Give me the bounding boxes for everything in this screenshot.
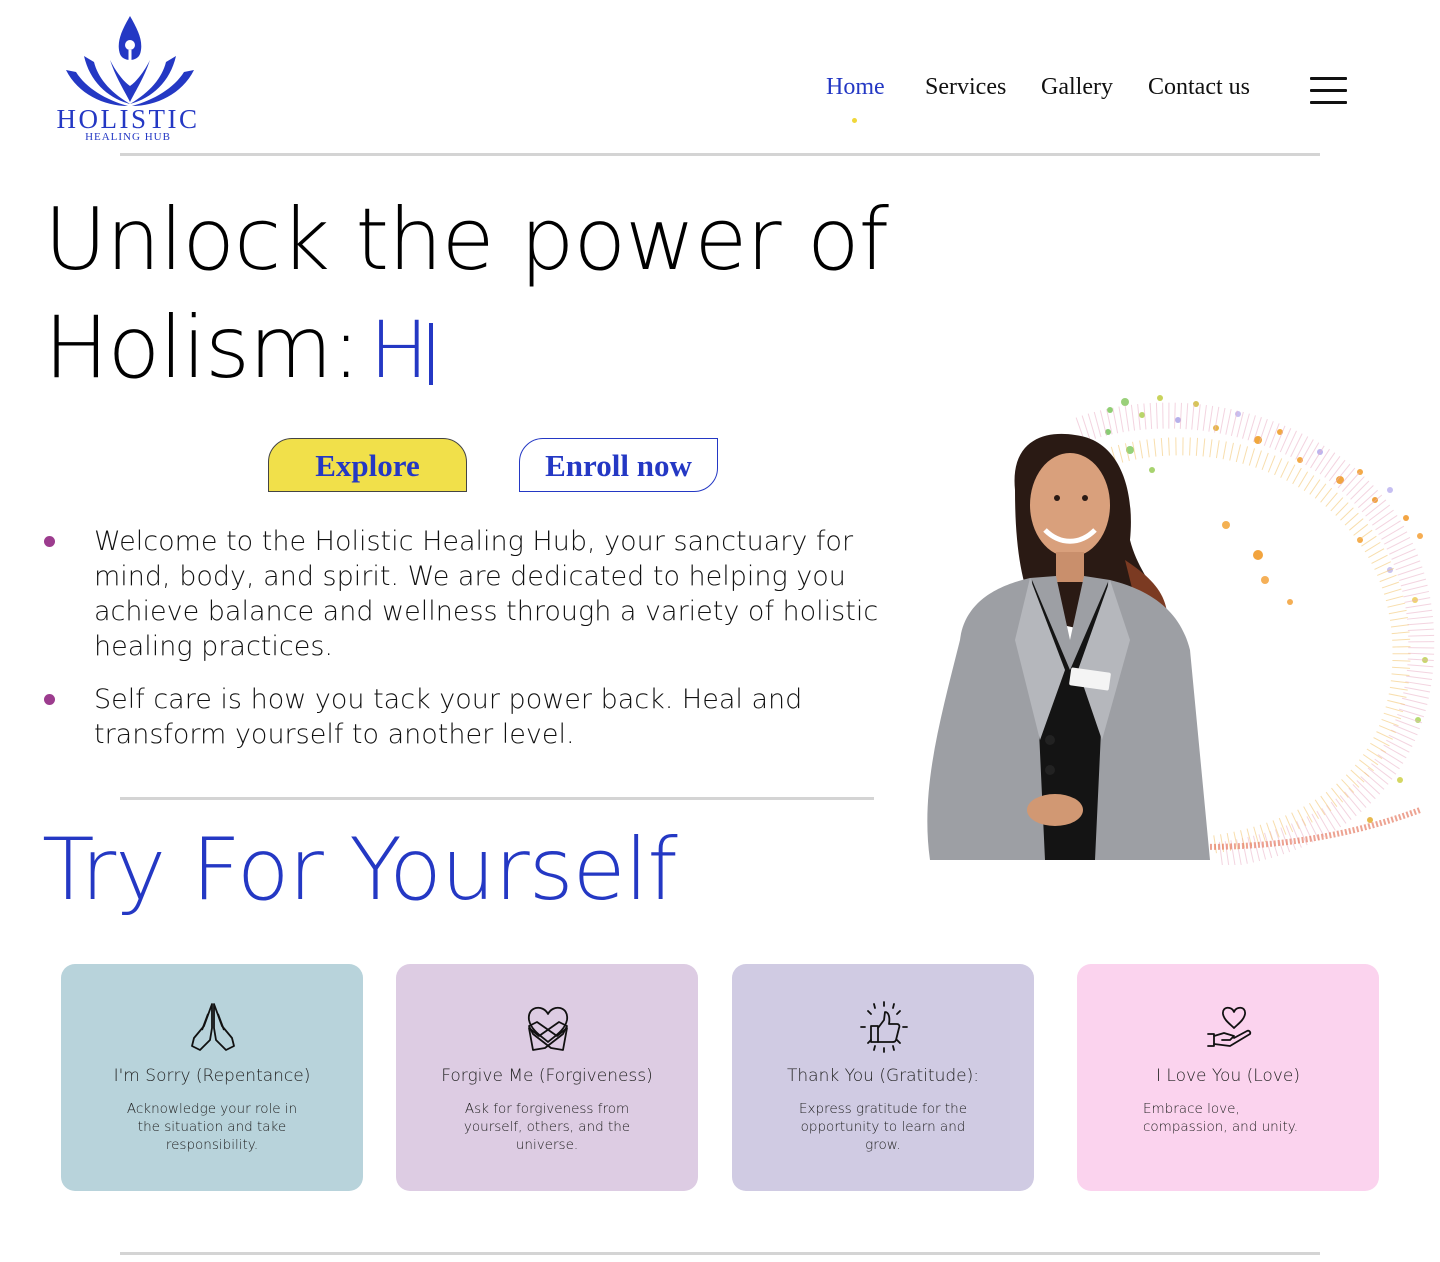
enroll-now-button[interactable]: Enroll now (519, 438, 718, 492)
card-description: Express gratitude for the opportunity to… (799, 1101, 967, 1153)
thumbs-up-icon (860, 1001, 908, 1053)
card-title: Thank You (Gratitude): (787, 1066, 979, 1086)
card-gratitude[interactable]: Thank You (Gratitude): Express gratitude… (732, 964, 1034, 1191)
card-description: Embrace love, compassion, and unity. (1143, 1101, 1299, 1135)
bullet-dot-icon (44, 536, 55, 547)
hero-title-line2: Holism: (44, 298, 361, 398)
nav-active-indicator (852, 118, 857, 123)
list-item: Self care is how you tack your power bac… (44, 682, 914, 752)
hero-title: Unlock the power of Holism: H (44, 186, 889, 405)
bullet-text: Welcome to the Holistic Healing Hub, you… (94, 526, 879, 662)
intro-bullet-list: Welcome to the Holistic Healing Hub, you… (44, 524, 914, 770)
hamburger-menu-icon[interactable] (1310, 77, 1348, 105)
card-description: Acknowledge your role in the situation a… (126, 1101, 298, 1153)
praying-hands-icon (191, 1003, 235, 1051)
footer-divider (120, 1252, 1320, 1255)
card-title: I Love You (Love) (1156, 1066, 1300, 1086)
card-title: Forgive Me (Forgiveness) (441, 1066, 653, 1086)
card-repentance[interactable]: I'm Sorry (Repentance) Acknowledge your … (61, 964, 363, 1191)
nav-contact-us[interactable]: Contact us (1148, 74, 1250, 101)
hero-divider (120, 797, 874, 800)
heart-in-hand-icon (1207, 1006, 1252, 1047)
card-description: Ask for forgiveness from yourself, other… (463, 1101, 631, 1153)
card-love[interactable]: I Love You (Love) Embrace love, compassi… (1077, 964, 1379, 1191)
nav-gallery[interactable]: Gallery (1041, 74, 1113, 101)
bullet-dot-icon (44, 694, 55, 705)
logo-subtitle: HEALING HUB (85, 131, 171, 143)
self-hug-heart-icon (528, 1006, 568, 1051)
card-title: I'm Sorry (Repentance) (113, 1066, 311, 1086)
bullet-text: Self care is how you tack your power bac… (94, 684, 803, 750)
explore-button[interactable]: Explore (268, 438, 467, 492)
section-title: Try For Yourself (42, 820, 678, 920)
nav-home[interactable]: Home (826, 74, 885, 101)
card-forgiveness[interactable]: Forgive Me (Forgiveness) Ask for forgive… (396, 964, 698, 1191)
typing-caret (429, 323, 434, 385)
hero-title-line1: Unlock the power of (44, 190, 889, 290)
typed-text: H (369, 306, 429, 396)
portrait-image (927, 395, 1435, 865)
list-item: Welcome to the Holistic Healing Hub, you… (44, 524, 914, 664)
nav-services[interactable]: Services (925, 74, 1006, 101)
person-figure (927, 433, 1210, 860)
header-divider (120, 153, 1320, 156)
